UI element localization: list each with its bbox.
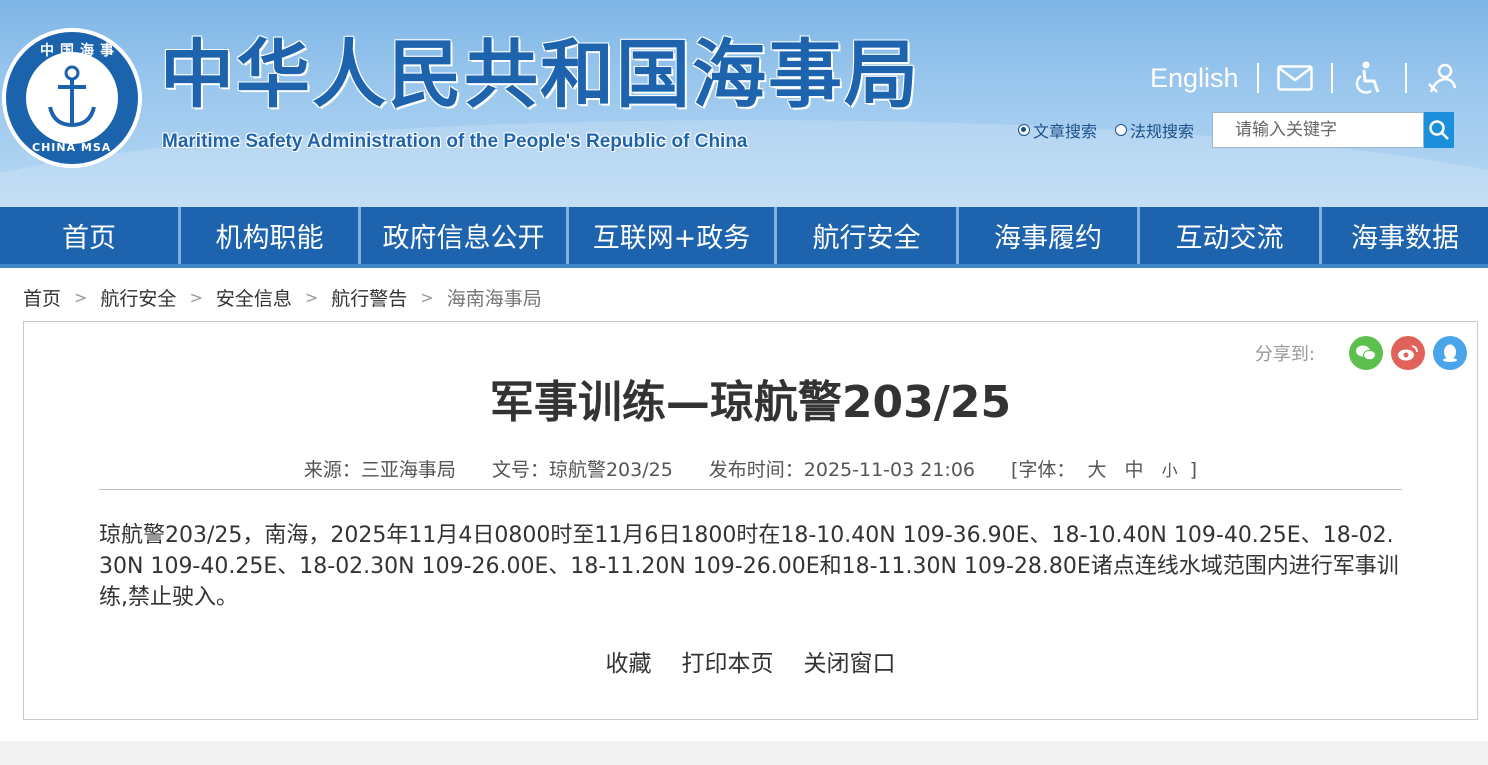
care-mode-icon[interactable]: [1425, 62, 1461, 94]
nav-item-data[interactable]: 海事数据: [1322, 207, 1488, 264]
breadcrumb-separator: >: [189, 288, 203, 307]
breadcrumb-nav-warning[interactable]: 航行警告: [331, 284, 407, 311]
font-size-small[interactable]: 小: [1162, 461, 1178, 480]
nav-item-navigation-safety[interactable]: 航行安全: [777, 207, 959, 264]
mail-icon[interactable]: [1276, 62, 1313, 94]
divider: [1330, 63, 1333, 93]
article-actions: 收藏 打印本页 关闭窗口: [24, 644, 1477, 678]
article-doc-number: 文号：琼航警203/25: [491, 459, 673, 481]
site-title-cn[interactable]: 中华人民共和国海事局: [160, 38, 920, 112]
breadcrumb-current: 海南海事局: [446, 288, 542, 310]
breadcrumb-safety-info[interactable]: 安全信息: [216, 284, 292, 311]
anchor-icon: [26, 52, 118, 144]
font-size-close: ]: [1189, 459, 1198, 481]
breadcrumb: 首页 > 航行安全 > 安全信息 > 航行警告 > 海南海事局: [23, 284, 542, 311]
search-type-law-label: 法规搜索: [1130, 122, 1195, 141]
breadcrumb-separator: >: [420, 288, 434, 307]
article-source: 来源：三亚海事局: [303, 459, 456, 481]
breadcrumb-home[interactable]: 首页: [23, 284, 61, 311]
article-body: 琼航警203/25，南海，2025年11月4日0800时至11月6日1800时在…: [99, 523, 1399, 610]
weibo-icon[interactable]: [1391, 336, 1425, 370]
article-title: 军事训练—琼航警203/25: [489, 377, 1012, 428]
search-button[interactable]: [1424, 112, 1455, 148]
nav-item-gov-info[interactable]: 政府信息公开: [361, 207, 569, 264]
divider: [1404, 63, 1407, 93]
qq-icon[interactable]: [1433, 336, 1467, 370]
nav-item-functions[interactable]: 机构职能: [181, 207, 361, 264]
nav-item-internet-gov[interactable]: 互联网+政务: [569, 207, 777, 264]
english-link[interactable]: English: [1150, 63, 1239, 94]
search-icon: [1429, 120, 1449, 140]
site-header: 中国海事 CHINA MSA 中华人民共和国海事局 Maritime Safet…: [0, 0, 1488, 207]
wechat-icon[interactable]: [1349, 336, 1383, 370]
main-nav: 首页 机构职能 政府信息公开 互联网+政务 航行安全 海事履约 互动交流 海事数…: [0, 207, 1488, 268]
article-publish-time: 发布时间：2025-11-03 21:06: [708, 459, 975, 481]
search-type-law-radio[interactable]: 法规搜索: [1115, 118, 1194, 142]
font-size-switcher: [字体： 大 中 小 ]: [1011, 455, 1197, 482]
share-label: 分享到:: [1254, 344, 1315, 365]
nav-item-compliance[interactable]: 海事履约: [959, 207, 1140, 264]
divider: [1256, 63, 1259, 93]
nav-item-interaction[interactable]: 互动交流: [1140, 207, 1322, 264]
breadcrumb-navigation-safety[interactable]: 航行安全: [100, 284, 176, 311]
close-window-link[interactable]: 关闭窗口: [804, 644, 896, 678]
font-size-large[interactable]: 大: [1087, 459, 1106, 481]
article-meta: 来源：三亚海事局 文号：琼航警203/25 发布时间：2025-11-03 21…: [24, 455, 1477, 482]
search-type-article-label: 文章搜索: [1033, 122, 1098, 141]
breadcrumb-separator: >: [74, 288, 88, 307]
search-area: 文章搜索 法规搜索 请输入关键字: [1018, 112, 1455, 148]
radio-dot-selected[interactable]: [1018, 124, 1030, 136]
msa-emblem-logo[interactable]: 中国海事 CHINA MSA: [2, 28, 142, 168]
article-panel: 分享到: 军事训练—琼航警203/25 来源：三亚海事局 文号：琼航警203/2…: [23, 321, 1478, 720]
footer-strip: [0, 741, 1488, 765]
meta-divider: [99, 489, 1402, 490]
top-links: English: [1150, 58, 1461, 98]
search-input[interactable]: 请输入关键字: [1212, 112, 1425, 148]
share-bar: 分享到:: [1255, 336, 1467, 370]
font-size-label: [字体：: [1011, 459, 1076, 481]
radio-dot[interactable]: [1115, 124, 1128, 136]
emblem-ring-top-text: 中国海事: [40, 43, 120, 59]
favorite-link[interactable]: 收藏: [606, 644, 652, 678]
emblem-ring-bottom-text: CHINA MSA: [32, 141, 112, 154]
site-title-en: Maritime Safety Administration of the Pe…: [162, 131, 748, 152]
nav-item-home[interactable]: 首页: [0, 207, 181, 264]
search-type-article-radio[interactable]: 文章搜索: [1018, 118, 1097, 142]
font-size-medium[interactable]: 中: [1125, 459, 1144, 481]
print-link[interactable]: 打印本页: [682, 644, 774, 678]
breadcrumb-separator: >: [304, 288, 319, 307]
accessibility-icon[interactable]: [1351, 61, 1387, 94]
